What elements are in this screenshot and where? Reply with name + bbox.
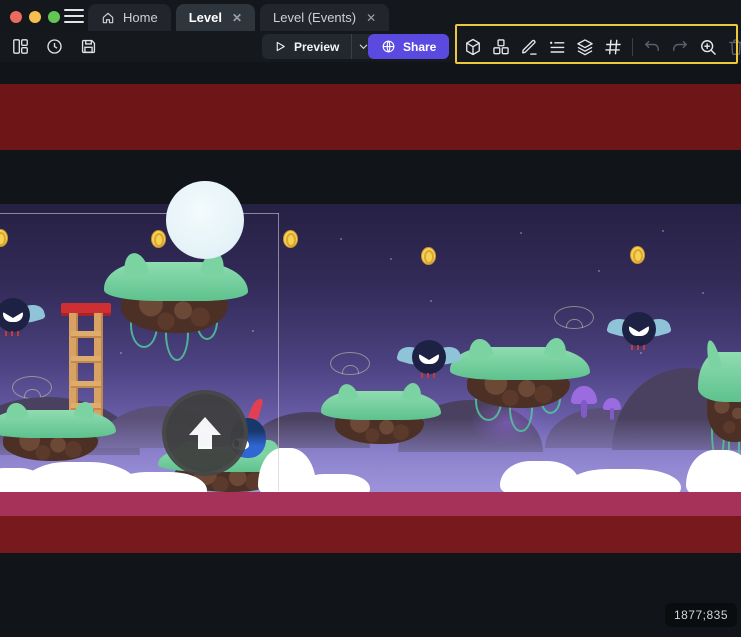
toolbar-divider <box>632 38 633 56</box>
undo-icon <box>642 37 662 57</box>
paint-pen-button[interactable] <box>517 35 541 59</box>
tab-label: Level (Events) <box>273 10 356 25</box>
redo-button[interactable] <box>668 35 692 59</box>
floating-island[interactable] <box>321 391 441 445</box>
cursor-coordinates-badge: 1877;835 <box>665 603 737 627</box>
titlebar: Home Level ✕ Level (Events) ✕ <box>0 0 741 31</box>
tab-level[interactable]: Level ✕ <box>176 4 255 31</box>
scene-objects <box>0 62 741 637</box>
floating-island[interactable] <box>698 352 741 444</box>
instances-list-icon <box>547 37 567 57</box>
island-grass <box>0 410 116 438</box>
up-arrow-icon <box>183 411 227 455</box>
bat-enemy[interactable] <box>398 340 460 386</box>
app-window: Home Level ✕ Level (Events) ✕ <box>0 0 741 637</box>
tab-bar: Home Level ✕ Level (Events) ✕ <box>88 4 389 31</box>
globe-icon <box>381 39 396 54</box>
home-icon <box>101 11 115 25</box>
star <box>340 238 342 240</box>
mushroom <box>603 398 621 420</box>
level-background-band-top[interactable] <box>0 84 741 150</box>
jump-button-object[interactable] <box>162 390 248 476</box>
tab-level-events[interactable]: Level (Events) ✕ <box>260 4 389 31</box>
project-manager-icon <box>11 37 30 56</box>
history-button[interactable] <box>42 34 67 59</box>
island-grass <box>698 352 741 402</box>
floating-island[interactable] <box>104 262 248 334</box>
coin-object[interactable] <box>421 247 436 265</box>
close-tab-icon[interactable]: ✕ <box>366 11 376 25</box>
paint-pen-icon <box>519 37 539 57</box>
zoom-window-button[interactable] <box>48 11 60 23</box>
instances-list-button[interactable] <box>545 35 569 59</box>
star <box>252 330 254 332</box>
coin-object[interactable] <box>630 246 645 264</box>
layers-button[interactable] <box>573 35 597 59</box>
eye-outline-decor <box>554 306 594 329</box>
preview-split-button: Preview <box>262 34 375 59</box>
layers-icon <box>575 37 595 57</box>
coin-object[interactable] <box>151 230 166 248</box>
delete-button[interactable] <box>724 35 741 59</box>
tab-home[interactable]: Home <box>88 4 171 31</box>
preview-button[interactable]: Preview <box>262 34 351 59</box>
scene-canvas[interactable] <box>0 62 741 637</box>
eye-outline-decor <box>330 352 370 375</box>
window-controls <box>10 11 60 23</box>
bat-enemy[interactable] <box>0 298 44 344</box>
coin-object[interactable] <box>283 230 298 248</box>
tab-label: Home <box>123 10 158 25</box>
minimize-window-button[interactable] <box>29 11 41 23</box>
zoom-in-button[interactable] <box>696 35 720 59</box>
grid-icon <box>603 37 623 57</box>
3d-objects-button[interactable] <box>461 35 485 59</box>
project-manager-button[interactable] <box>8 34 33 59</box>
trash-icon <box>726 37 741 57</box>
objects-group-icon <box>491 37 511 57</box>
toolbar-left <box>8 34 101 59</box>
preview-label: Preview <box>294 40 339 54</box>
star <box>662 230 664 232</box>
toolbar: Preview Share <box>0 31 741 62</box>
save-icon <box>79 37 98 56</box>
floating-island[interactable] <box>0 410 116 462</box>
level-background-band-pink[interactable] <box>0 492 741 516</box>
star <box>120 352 122 354</box>
undo-button[interactable] <box>640 35 664 59</box>
share-button[interactable]: Share <box>368 34 449 59</box>
zoom-in-icon <box>698 37 718 57</box>
redo-icon <box>670 37 690 57</box>
menu-icon[interactable] <box>64 9 84 23</box>
island-grass <box>450 347 590 380</box>
island-grass <box>104 262 248 301</box>
objects-group-button[interactable] <box>489 35 513 59</box>
tab-label: Level <box>189 10 222 25</box>
moon-object[interactable] <box>166 181 244 259</box>
save-button[interactable] <box>76 34 101 59</box>
island-grass <box>321 391 441 420</box>
star <box>598 270 600 272</box>
star <box>390 258 392 260</box>
star <box>430 300 432 302</box>
star <box>702 292 704 294</box>
scene-boundary-line-right <box>278 213 279 491</box>
close-tab-icon[interactable]: ✕ <box>232 11 242 25</box>
floating-island[interactable] <box>450 347 590 409</box>
level-background-band-bottom[interactable] <box>0 516 741 553</box>
star <box>520 232 522 234</box>
share-label: Share <box>403 40 436 54</box>
ladder[interactable] <box>63 303 109 417</box>
scene-edit-toolbar <box>461 34 741 59</box>
play-icon <box>274 40 287 53</box>
close-window-button[interactable] <box>10 11 22 23</box>
bat-enemy[interactable] <box>608 312 670 358</box>
history-icon <box>45 37 64 56</box>
3d-box-icon <box>463 37 483 57</box>
grid-button[interactable] <box>601 35 625 59</box>
eye-outline-decor <box>12 376 52 399</box>
